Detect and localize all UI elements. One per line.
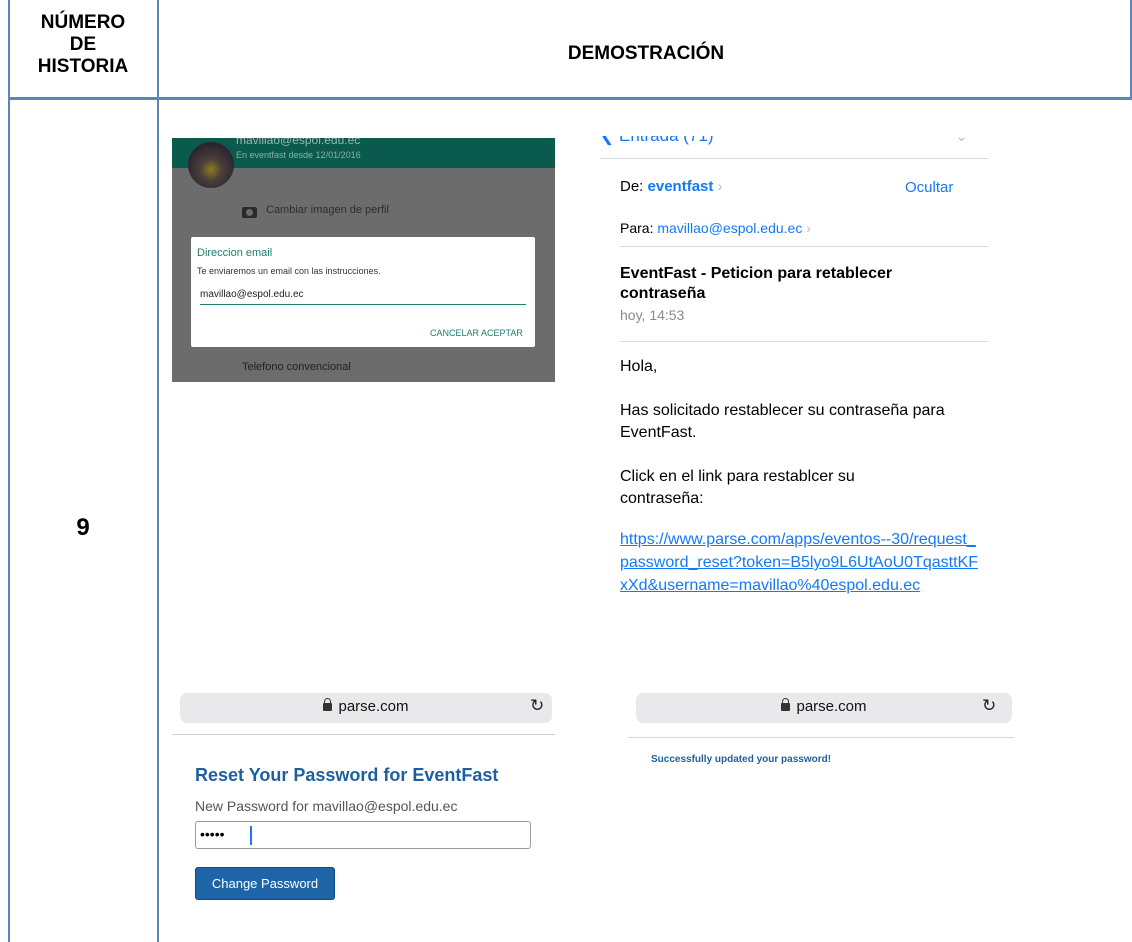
- profile-email: mavillao@espol.edu.ec: [236, 138, 361, 147]
- chevron-right-icon: ›: [717, 178, 723, 195]
- url: parse.com: [796, 698, 867, 715]
- page-title: Reset Your Password for EventFast: [195, 765, 499, 785]
- dialog-message: Te enviaremos un email con las instrucci…: [197, 266, 381, 276]
- to-prefix: Para:: [620, 220, 654, 236]
- landline-field-label: Telefono convencional: [242, 361, 351, 373]
- url: parse.com: [338, 698, 409, 715]
- reset-page-screenshot: parse.com ↻ Reset Your Password for Even…: [172, 690, 555, 942]
- accept-button[interactable]: ACEPTAR: [481, 328, 523, 338]
- table-column-divider: [157, 0, 159, 942]
- lock-icon: [323, 698, 333, 711]
- separator: [628, 737, 1014, 738]
- inbox-label: Entrada (71): [619, 136, 714, 145]
- password-mask: •••••: [200, 826, 225, 842]
- hide-button[interactable]: Ocultar: [905, 179, 953, 196]
- success-message: Successfully updated your password!: [651, 754, 832, 765]
- address-bar[interactable]: parse.com ↻: [636, 693, 1012, 723]
- to-line: Para: mavillao@espol.edu.ec ›: [620, 220, 811, 236]
- separator: [620, 246, 988, 247]
- avatar[interactable]: [188, 142, 234, 188]
- separator: [172, 734, 555, 735]
- email-paragraph: Click en el link para restablcer su cont…: [620, 468, 855, 507]
- nav-arrows-icon[interactable]: ⌃ ⌄: [940, 136, 967, 145]
- address-text: parse.com: [180, 698, 552, 715]
- reload-icon[interactable]: ↻: [530, 696, 544, 716]
- separator: [600, 158, 988, 159]
- password-label: New Password for mavillao@espol.edu.ec: [195, 798, 458, 814]
- header-line: NÚMERO: [40, 12, 126, 33]
- separator: [620, 341, 988, 342]
- member-since: En eventfast desde 12/01/2016: [236, 150, 361, 160]
- email-subject: EventFast - Peticion para retablecer con…: [620, 265, 893, 302]
- header-line: DE: [69, 34, 97, 55]
- change-password-button[interactable]: Change Password: [195, 867, 335, 900]
- text-caret: [250, 826, 252, 845]
- camera-icon[interactable]: [242, 207, 257, 218]
- header-line: HISTORIA: [37, 56, 129, 77]
- address-bar[interactable]: parse.com ↻: [180, 693, 552, 723]
- header-story-number: NÚMERO DE HISTORIA: [8, 12, 158, 78]
- change-photo-link[interactable]: Cambiar imagen de perfil: [266, 204, 389, 216]
- lock-icon: [781, 698, 791, 711]
- email-time: hoy, 14:53: [620, 307, 685, 323]
- address-text: parse.com: [636, 698, 1012, 715]
- email-paragraph: Has solicitado restablecer su contraseña…: [620, 402, 945, 441]
- table-header-divider: [8, 97, 1132, 100]
- story-number: 9: [76, 514, 90, 541]
- from-line: De: eventfast ›: [620, 178, 723, 195]
- email-screenshot: ❮ Entrada (71) ⌃ ⌄ De: eventfast › Ocult…: [600, 136, 990, 656]
- reset-link[interactable]: https://www.parse.com/apps/eventos--30/r…: [620, 528, 980, 597]
- app-dialog-screenshot: mavillao@espol.edu.ec En eventfast desde…: [172, 138, 555, 382]
- dialog-title: Direccion email: [197, 247, 273, 259]
- email-input[interactable]: mavillao@espol.edu.ec: [200, 289, 526, 305]
- header-demonstration: DEMOSTRACIÓN: [567, 43, 725, 64]
- email-dialog: Direccion email Te enviaremos un email c…: [191, 237, 535, 347]
- from-sender[interactable]: eventfast: [648, 178, 714, 195]
- password-input[interactable]: •••••: [195, 821, 531, 849]
- chevron-left-icon: ❮: [600, 136, 614, 145]
- back-to-inbox[interactable]: ❮ Entrada (71): [600, 136, 713, 146]
- from-prefix: De:: [620, 178, 644, 195]
- success-page-screenshot: parse.com ↻ Successfully updated your pa…: [628, 690, 1014, 780]
- email-greeting: Hola,: [620, 358, 658, 375]
- reload-icon[interactable]: ↻: [982, 696, 996, 716]
- table-left-border: [8, 0, 10, 942]
- cancel-button[interactable]: CANCELAR: [430, 328, 479, 338]
- to-recipient[interactable]: mavillao@espol.edu.ec: [657, 220, 802, 236]
- chevron-right-icon: ›: [806, 220, 811, 236]
